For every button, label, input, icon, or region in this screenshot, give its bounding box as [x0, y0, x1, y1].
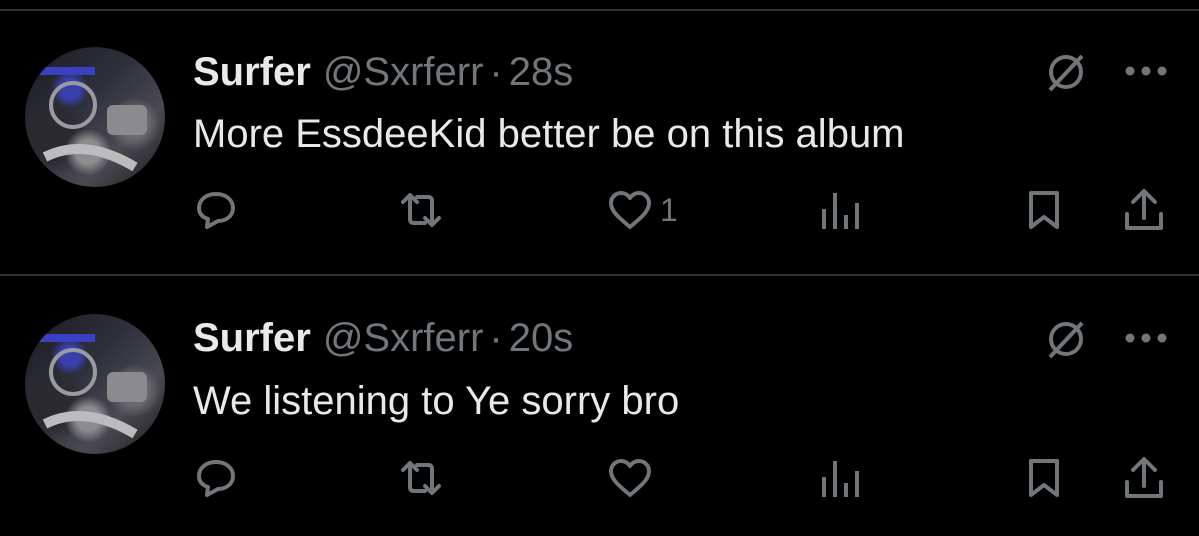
- views-button[interactable]: [820, 188, 860, 232]
- tweet-actions: [0, 456, 1199, 506]
- display-name[interactable]: Surfer: [193, 316, 311, 360]
- like-button[interactable]: 1: [608, 188, 678, 232]
- timestamp[interactable]: 28s: [509, 50, 574, 94]
- retweet-icon: [401, 193, 441, 227]
- share-button[interactable]: [1122, 188, 1166, 232]
- more-icon[interactable]: [1124, 331, 1168, 343]
- grok-icon[interactable]: [1046, 319, 1086, 359]
- retweet-icon: [401, 461, 441, 495]
- like-count: 1: [660, 191, 678, 228]
- separator-dot: ·: [489, 316, 503, 360]
- timestamp[interactable]: 20s: [509, 316, 574, 360]
- tweet-header: Surfer @Sxrferr · 20s: [193, 318, 573, 358]
- separator-dot: ·: [489, 50, 503, 94]
- grok-icon[interactable]: [1046, 52, 1086, 92]
- reply-button[interactable]: [195, 188, 237, 232]
- bookmark-icon: [1029, 191, 1059, 229]
- share-icon: [1125, 189, 1163, 230]
- reply-icon: [197, 460, 235, 497]
- display-name[interactable]: Surfer: [193, 50, 311, 94]
- avatar-photo: [35, 334, 147, 439]
- tweet[interactable]: Surfer @Sxrferr · 20s We listening to Ye so…: [0, 276, 1199, 536]
- like-icon: [609, 191, 651, 229]
- avatar[interactable]: [25, 314, 165, 454]
- reply-button[interactable]: [195, 456, 237, 500]
- tweet[interactable]: Surfer @Sxrferr · 28s More EssdeeKid better…: [0, 10, 1199, 270]
- share-icon: [1125, 457, 1163, 498]
- avatar[interactable]: [25, 47, 165, 187]
- bookmark-button[interactable]: [1026, 456, 1062, 500]
- bookmark-button[interactable]: [1026, 188, 1062, 232]
- share-button[interactable]: [1122, 456, 1166, 500]
- tweet-text: We listening to Ye sorry bro: [193, 379, 680, 423]
- views-icon: [822, 461, 859, 497]
- tweet-actions: 1: [0, 188, 1199, 238]
- bookmark-icon: [1029, 459, 1059, 497]
- retweet-button[interactable]: [398, 188, 444, 232]
- avatar-photo: [35, 67, 147, 172]
- like-button[interactable]: [608, 456, 660, 500]
- views-icon: [822, 193, 859, 229]
- retweet-button[interactable]: [398, 456, 444, 500]
- tweet-text: More EssdeeKid better be on this album: [193, 112, 905, 156]
- tweet-header: Surfer @Sxrferr · 28s: [193, 52, 573, 92]
- user-handle[interactable]: @Sxrferr: [323, 316, 484, 360]
- views-button[interactable]: [820, 456, 860, 500]
- user-handle[interactable]: @Sxrferr: [323, 50, 484, 94]
- like-icon: [609, 459, 651, 497]
- reply-icon: [197, 192, 235, 229]
- more-icon[interactable]: [1124, 64, 1168, 76]
